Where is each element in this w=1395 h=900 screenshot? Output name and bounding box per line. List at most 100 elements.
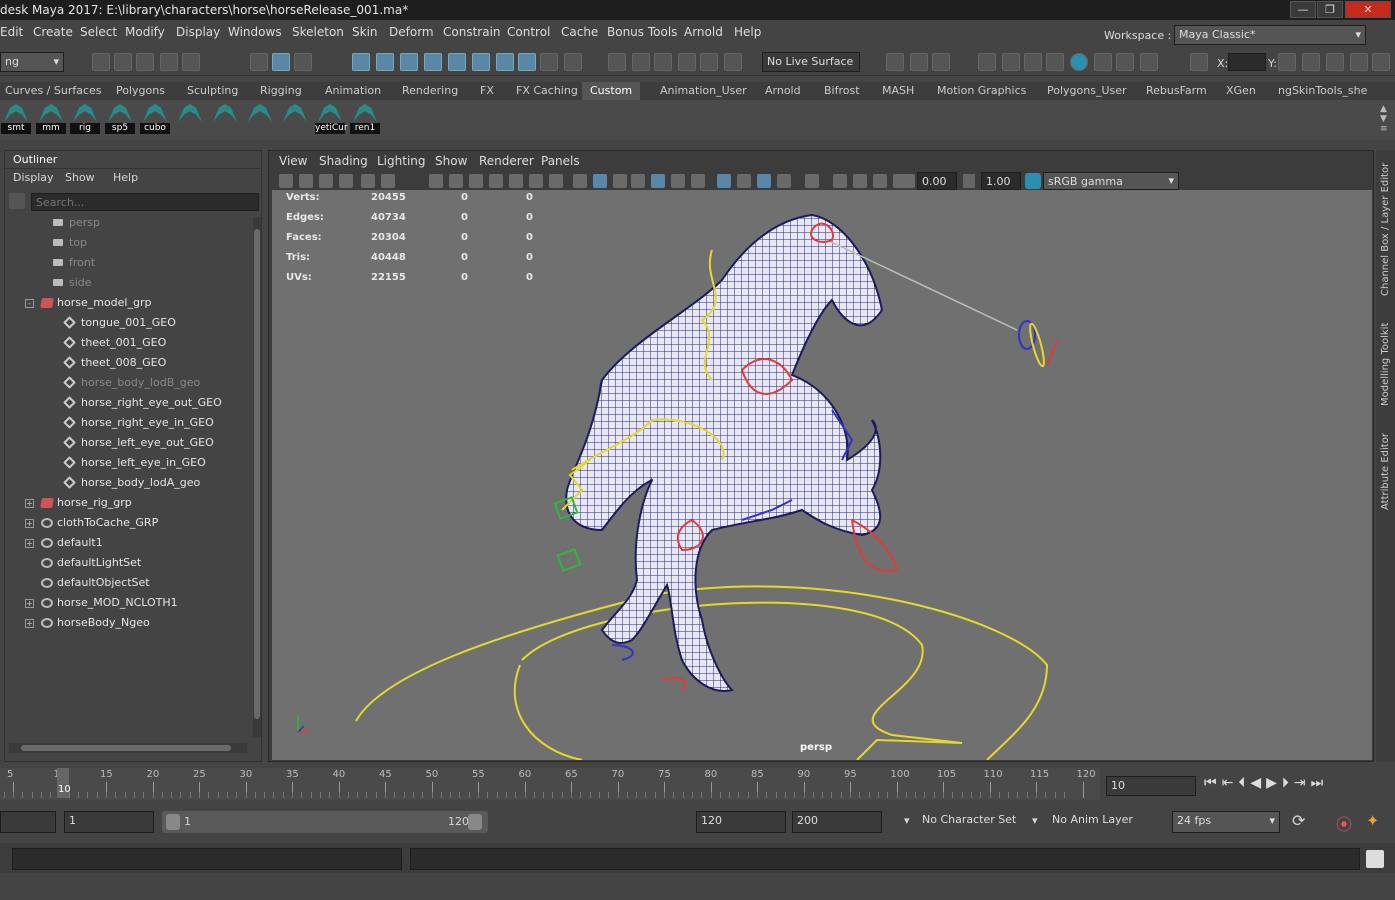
menu-arnold[interactable]: Arnold (684, 25, 723, 39)
outliner-item[interactable]: + default1 (5, 533, 253, 553)
step-forward-frame-icon[interactable]: ⏵ (1282, 775, 1294, 791)
select-misc-icon[interactable] (518, 53, 536, 71)
depth-of-field-icon[interactable] (777, 174, 791, 188)
select-by-object-icon[interactable] (272, 53, 290, 71)
default-material-icon[interactable] (613, 174, 627, 188)
outliner-item[interactable]: + horse_MOD_NCLOTH1 (5, 593, 253, 613)
toggle-panel-icon[interactable] (1302, 53, 1320, 71)
safe-action-icon[interactable] (529, 174, 543, 188)
shelf-button-smt[interactable]: smt (1, 104, 31, 134)
current-frame-input[interactable]: 10 (1106, 776, 1196, 796)
range-slider[interactable]: 1 120 (162, 811, 488, 833)
snap-grid-icon[interactable] (608, 53, 626, 71)
auto-key-icon[interactable]: ⦿ (1336, 811, 1352, 835)
menu-constrain[interactable]: Constrain (443, 25, 501, 39)
anim-layer-select[interactable]: No Anim Layer (1048, 811, 1148, 833)
loop-icon[interactable]: ⟳ (1292, 811, 1305, 830)
menu-skeleton[interactable]: Skeleton (292, 25, 344, 39)
shelf-tab-xgen[interactable]: XGen (1226, 84, 1256, 97)
workspace-select[interactable]: Maya Classic* ▾ (1174, 25, 1366, 45)
close-button[interactable]: ✕ (1345, 1, 1391, 18)
menu-windows[interactable]: Windows (228, 25, 282, 39)
smooth-shade-icon[interactable] (593, 174, 607, 188)
isolate-select-icon[interactable] (805, 174, 819, 188)
shelf-tab-mash[interactable]: MASH (882, 84, 914, 97)
select-joints-icon[interactable] (400, 53, 418, 71)
expand-icon[interactable]: + (25, 499, 34, 508)
shelf-tab-curves-surfaces[interactable]: Curves / Surfaces (5, 84, 102, 97)
gate-mask-icon[interactable] (489, 174, 503, 188)
outliner-item[interactable]: + clothToCache_GRP (5, 513, 253, 533)
step-forward-key-icon[interactable]: ⇥ (1294, 775, 1311, 791)
outliner-item[interactable]: defaultObjectSet (5, 573, 253, 593)
select-deformers-icon[interactable] (472, 53, 490, 71)
hypershade-icon[interactable] (1070, 53, 1088, 71)
xray-active-icon[interactable] (853, 174, 867, 188)
2d-pan-zoom-icon[interactable] (361, 174, 375, 188)
shelf-tab-polygons-user[interactable]: Polygons_User (1047, 84, 1127, 97)
viewport-menu-show[interactable]: Show (435, 154, 467, 168)
shelf-tab-rigging[interactable]: Rigging (260, 84, 302, 97)
select-by-component-icon[interactable] (294, 53, 312, 71)
go-to-start-icon[interactable]: ⏮ (1204, 775, 1222, 791)
toggle-panel-3-icon[interactable] (1350, 53, 1368, 71)
outliner-item[interactable]: theet_001_GEO (5, 333, 253, 353)
resolution-gate-icon[interactable] (469, 174, 483, 188)
menu-bonus-tools[interactable]: Bonus Tools (607, 25, 677, 39)
menu-deform[interactable]: Deform (389, 25, 434, 39)
symmetry-icon[interactable] (724, 53, 742, 71)
toggle-panel-2-icon[interactable] (1326, 53, 1344, 71)
preferences-icon[interactable]: ✦ (1366, 811, 1379, 830)
outliner-item[interactable]: persp (5, 213, 253, 233)
shelf-tab-fx[interactable]: FX (480, 84, 494, 97)
shelf-tab-sculpting[interactable]: Sculpting (187, 84, 238, 97)
outliner-item[interactable]: defaultLightSet (5, 553, 253, 573)
outliner-menu-display[interactable]: Display (13, 171, 54, 184)
select-handles-icon[interactable] (376, 53, 394, 71)
anim-end-input[interactable]: 200 (792, 811, 882, 833)
screen-space-ao-icon[interactable] (717, 174, 731, 188)
menu-set-select[interactable]: ng ▾ (0, 52, 64, 72)
shelf-tab-motion-graphics[interactable]: Motion Graphics (937, 84, 1026, 97)
range-end-handle[interactable] (468, 814, 482, 830)
shelf-button-tool-5[interactable] (178, 104, 202, 134)
menu-help[interactable]: Help (734, 25, 761, 39)
shelf-button-mm[interactable]: mm (36, 104, 66, 134)
outliner-item[interactable]: horse_body_lodA_geo (5, 473, 253, 493)
outliner-item[interactable]: theet_008_GEO (5, 353, 253, 373)
bookmarks-icon[interactable] (319, 174, 333, 188)
outliner-vscroll-thumb[interactable] (254, 229, 260, 719)
expand-icon[interactable]: + (25, 519, 34, 528)
colorspace-select[interactable]: sRGB gamma ▾ (1043, 172, 1179, 190)
mel-command-input[interactable] (12, 848, 402, 870)
output-ops-icon[interactable] (932, 53, 950, 71)
outliner-item[interactable]: top (5, 233, 253, 253)
shelf-tab-animation[interactable]: Animation (325, 84, 381, 97)
viewport-menu-shading[interactable]: Shading (319, 154, 368, 168)
anti-aliasing-icon[interactable] (757, 174, 771, 188)
shelf-tab-rebusfarm[interactable]: RebusFarm (1146, 84, 1207, 97)
color-management-icon[interactable] (1025, 173, 1041, 189)
start-time-input[interactable]: 1 (64, 811, 154, 833)
snap-point-icon[interactable] (654, 53, 672, 71)
outliner-hscroll-thumb[interactable] (21, 745, 231, 751)
shelf-button-cubo[interactable]: cubo (140, 104, 170, 134)
safe-title-icon[interactable] (549, 174, 563, 188)
render-view-icon[interactable] (978, 53, 996, 71)
wireframe-icon[interactable] (573, 174, 587, 188)
select-curves-icon[interactable] (424, 53, 442, 71)
xray-joints-icon[interactable] (873, 174, 887, 188)
save-scene-icon[interactable] (136, 53, 154, 71)
expand-icon[interactable]: + (25, 619, 34, 628)
menu-skin[interactable]: Skin (352, 25, 378, 39)
grease-pencil-icon[interactable] (381, 174, 395, 188)
shelf-tab-arnold[interactable]: Arnold (765, 84, 801, 97)
render-setup-icon[interactable] (1094, 53, 1112, 71)
outliner-menu-show[interactable]: Show (65, 171, 95, 184)
script-editor-icon[interactable] (1366, 850, 1384, 868)
expand-icon[interactable]: + (25, 599, 34, 608)
ipr-render-icon[interactable] (1024, 53, 1042, 71)
exposure-icon[interactable] (901, 174, 915, 188)
lock-icon[interactable] (540, 53, 558, 71)
film-gate-icon[interactable] (449, 174, 463, 188)
